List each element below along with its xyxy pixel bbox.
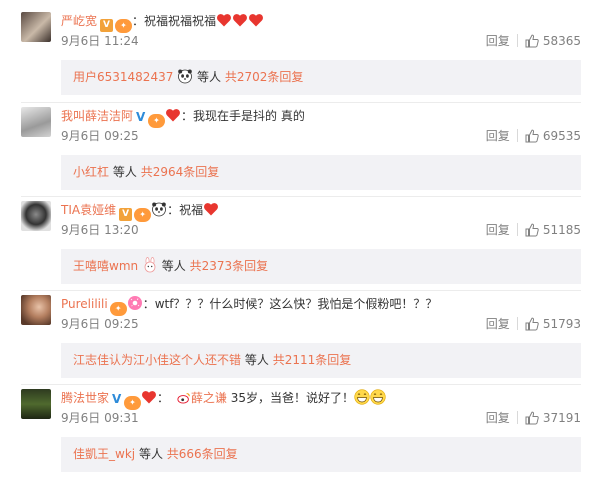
reply-text: 等人 — [138, 447, 163, 461]
rabbit-emoji-icon — [142, 257, 158, 273]
reply-user[interactable]: 用户6531482437 — [73, 70, 173, 84]
heart-emoji-icon — [216, 12, 232, 28]
reply-button[interactable]: 回复 — [486, 411, 510, 425]
verified-v-icon: V — [119, 208, 133, 221]
heart-emoji-icon — [141, 389, 157, 405]
reply-user[interactable]: 王嘻嘻wmn — [73, 259, 138, 273]
fan-badge-icon: ✦ — [109, 302, 127, 316]
divider — [516, 411, 518, 424]
thumbs-up-icon[interactable] — [525, 223, 539, 237]
comment-time: 9月6日 13:20 — [61, 223, 139, 237]
fan-badge-icon: ✦ — [134, 208, 152, 222]
comment-time: 9月6日 11:24 — [61, 34, 139, 48]
comment-actions: 回复 69535 — [486, 129, 581, 143]
divider — [21, 196, 581, 197]
verified-v-icon: V — [100, 19, 114, 32]
username[interactable]: 我叫薛洁洁阿 — [61, 109, 133, 123]
reply-preview[interactable]: 用户6531482437 等人 共2702条回复 — [61, 60, 581, 95]
like-count: 58365 — [542, 34, 581, 48]
avatar[interactable] — [21, 12, 51, 42]
divider — [21, 102, 581, 103]
username[interactable]: 腾法世家 — [61, 391, 109, 405]
verified-v-icon: V — [136, 110, 146, 124]
comment-time: 9月6日 09:25 — [61, 317, 139, 331]
like-count: 51793 — [542, 317, 581, 331]
reply-preview[interactable]: 佳凱王_wkj 等人 共666条回复 — [61, 437, 581, 472]
reply-count-link[interactable]: 共2702条回复 — [225, 70, 304, 84]
panda-emoji-icon — [177, 68, 193, 84]
like-count: 37191 — [542, 411, 581, 425]
reply-text: 等人 — [244, 353, 269, 367]
comment-actions: 回复 51185 — [486, 223, 581, 237]
reply-count-link[interactable]: 共2111条回复 — [273, 353, 352, 367]
divider — [21, 384, 581, 385]
grin-emoji-icon — [370, 389, 386, 405]
divider — [516, 317, 518, 330]
reply-preview[interactable]: 王嘻嘻wmn 等人 共2373条回复 — [61, 249, 581, 284]
thumbs-up-icon[interactable] — [525, 34, 539, 48]
divider — [516, 34, 518, 47]
fan-badge-icon: ✦ — [115, 19, 133, 33]
reply-user[interactable]: 佳凱王_wkj — [73, 447, 135, 461]
comment-text: ：我现在手是抖的 真的 — [181, 109, 305, 123]
reply-text: 等人 — [197, 70, 222, 84]
username[interactable]: 严屹宽 — [61, 14, 97, 28]
comment-actions: 回复 37191 — [486, 411, 581, 425]
reply-count-link[interactable]: 共2964条回复 — [141, 165, 220, 179]
reply-button[interactable]: 回复 — [486, 129, 510, 143]
comment-actions: 回复 51793 — [486, 317, 581, 331]
avatar[interactable] — [21, 201, 51, 231]
reply-text: 等人 — [161, 259, 186, 273]
comment-text: ： — [157, 391, 170, 405]
like-count: 51185 — [542, 223, 581, 237]
comment-time: 9月6日 09:25 — [61, 129, 139, 143]
verified-v-icon: V — [112, 392, 122, 406]
comment-text: ：wtf？？？什么时候？这么快？我怕是个假粉吧！？？ — [142, 297, 438, 311]
thumbs-up-icon[interactable] — [525, 411, 539, 425]
reply-preview[interactable]: 小红杠 等人 共2964条回复 — [61, 155, 581, 190]
divider — [516, 223, 518, 236]
heart-emoji-icon — [248, 12, 264, 28]
heart-emoji-icon — [165, 107, 181, 123]
reply-user[interactable]: 小红杠 — [73, 165, 109, 179]
heart-emoji-icon — [203, 201, 219, 217]
panda-emoji-icon — [151, 201, 167, 217]
divider — [21, 290, 581, 291]
mention-link[interactable]: 薛之谦 — [191, 391, 227, 405]
grin-emoji-icon — [354, 389, 370, 405]
avatar[interactable] — [21, 389, 51, 419]
weibo-mention-icon — [177, 391, 191, 405]
reply-count-link[interactable]: 共666条回复 — [167, 447, 238, 461]
reply-preview[interactable]: 江志佳认为江小佳这个人还不错 等人 共2111条回复 — [61, 343, 581, 378]
reply-text: 等人 — [112, 165, 137, 179]
comment-text-after: 35岁，当爸！说好了！ — [226, 391, 354, 405]
comment-text: ：祝福 — [167, 203, 204, 217]
reply-button[interactable]: 回复 — [486, 223, 510, 237]
comment-text: ：祝福祝福祝福 — [132, 14, 217, 28]
username[interactable]: Purelilili — [61, 297, 108, 311]
like-count: 69535 — [542, 129, 581, 143]
heart-emoji-icon — [232, 12, 248, 28]
thumbs-up-icon[interactable] — [525, 129, 539, 143]
comment-time: 9月6日 09:31 — [61, 411, 139, 425]
divider — [516, 129, 518, 142]
reply-button[interactable]: 回复 — [486, 317, 510, 331]
reply-count-link[interactable]: 共2373条回复 — [190, 259, 269, 273]
fan-badge-icon: ✦ — [148, 114, 166, 128]
fan-badge-icon: ✦ — [124, 396, 142, 410]
reply-button[interactable]: 回复 — [486, 34, 510, 48]
thumbs-up-icon[interactable] — [525, 317, 539, 331]
reply-user[interactable]: 江志佳认为江小佳这个人还不错 — [73, 353, 241, 367]
avatar[interactable] — [21, 107, 51, 137]
comment-actions: 回复 58365 — [486, 34, 581, 48]
username[interactable]: TIA袁娅维 — [61, 203, 116, 217]
donut-emoji-icon — [127, 295, 143, 311]
avatar[interactable] — [21, 295, 51, 325]
